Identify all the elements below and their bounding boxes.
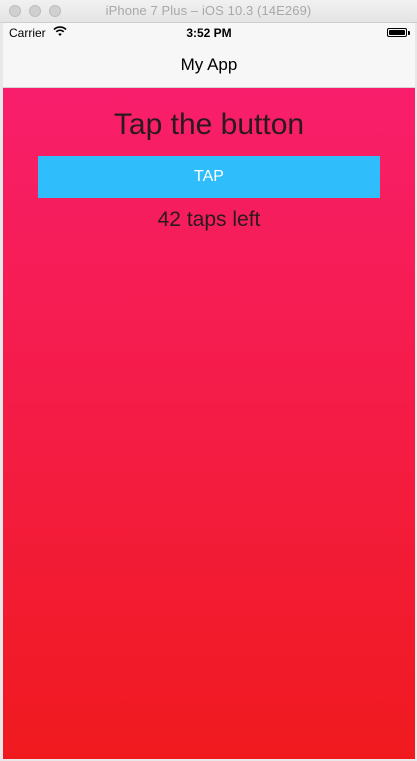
status-bar: Carrier 3:52 PM — [3, 23, 415, 43]
taps-left-label: 42 taps left — [157, 208, 261, 231]
navigation-bar: My App — [3, 43, 415, 88]
main-content: Tap the button TAP 42 taps left — [3, 88, 415, 759]
heading-label: Tap the button — [113, 108, 305, 141]
tap-button[interactable]: TAP — [38, 156, 380, 198]
battery-icon — [387, 28, 407, 37]
battery-level — [389, 30, 405, 35]
window-title: iPhone 7 Plus – iOS 10.3 (14E269) — [105, 3, 312, 18]
device-screen: Carrier 3:52 PM My App Tap the button TA… — [3, 23, 415, 759]
nav-title: My App — [180, 55, 238, 74]
status-time: 3:52 PM — [186, 26, 232, 40]
battery-tip — [408, 31, 410, 35]
simulator-window: iPhone 7 Plus – iOS 10.3 (14E269) Carrie… — [0, 0, 417, 761]
window-titlebar: iPhone 7 Plus – iOS 10.3 (14E269) — [0, 0, 417, 23]
